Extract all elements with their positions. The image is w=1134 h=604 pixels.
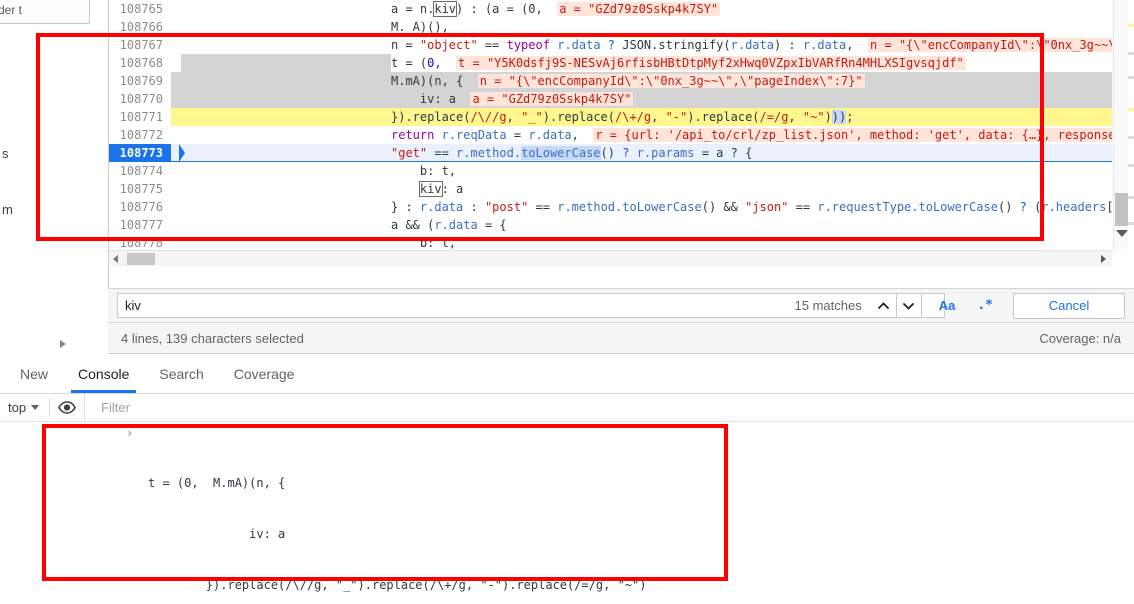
line-number: 108766 <box>109 18 171 36</box>
editor-vertical-scrollbar[interactable] <box>1113 0 1128 250</box>
h-scroll-thumb[interactable] <box>127 253 155 265</box>
line-number: 108768 <box>109 54 171 72</box>
find-previous-button[interactable] <box>871 293 897 318</box>
find-next-button[interactable] <box>896 293 922 318</box>
console-input-line: }).replace(/\//g, "_").replace(/\+/g, "-… <box>148 578 647 592</box>
inline-value: r = {url: '/api_to/crl/zp_list.json', me… <box>593 128 1112 142</box>
scroll-left-icon[interactable] <box>113 255 118 263</box>
line-code: return r.reqData = r.data, r = {url: '/a… <box>171 126 1112 144</box>
tab-new[interactable]: New <box>5 354 63 393</box>
regex-toggle[interactable]: .* <box>973 296 997 315</box>
line-number: 108769 <box>109 72 171 90</box>
code-viewer[interactable]: 108765 a = n.kiv) : (a = (0, a = "GZd79z0… <box>109 0 1112 266</box>
coverage-status: Coverage: n/a <box>1039 330 1121 346</box>
console-sidebar-toggle[interactable] <box>50 401 84 414</box>
inline-value: a = "GZd79z0Sskp4k7SY" <box>557 2 721 16</box>
scroll-right-icon[interactable] <box>1101 255 1106 263</box>
inline-value: n = "{\"encCompanyId\":\"0nx_3g~~\",\"pa… <box>477 74 865 88</box>
line-code: b: t, <box>391 164 457 178</box>
line-code: kiv: a <box>418 181 464 197</box>
input-prompt-icon: › <box>126 426 134 440</box>
line-code: a && (r.data = { <box>391 218 507 232</box>
code-line[interactable]: 108766 M. A)(), <box>109 18 1112 36</box>
page-fragment-chip: der t <box>0 0 90 24</box>
code-line[interactable]: 108767 n = "object" == typeof r.data ? JS… <box>109 36 1112 54</box>
line-number: 108772 <box>109 126 171 144</box>
expand-arrow-icon[interactable] <box>60 340 66 348</box>
code-line-executing[interactable]: 108773 "get" == r.method.toLowerCase() ? … <box>109 144 1112 162</box>
console-filter-input[interactable]: Filter <box>84 394 1134 421</box>
console-toolbar: top Filter <box>0 394 1134 422</box>
page-fragment-text: m <box>2 202 13 217</box>
line-number: 108765 <box>109 0 171 18</box>
devtools-window: der t s m will be a future hrome. ease l… <box>0 0 1134 604</box>
code-line[interactable]: 108775 kiv: a <box>109 180 1112 198</box>
inline-value: n = "{\"encCompanyId\":\"0nx_3g~~\",\"p <box>867 38 1112 52</box>
console-input-line: iv: a <box>148 527 286 541</box>
code-line[interactable]: 108771 }).replace(/\//g, "_").replace(/\+… <box>109 108 1112 126</box>
line-code: }).replace(/\//g, "_").replace(/\+/g, "-… <box>391 110 854 124</box>
code-line[interactable]: 108776 } : r.data : "post" == r.method.to… <box>109 198 1112 216</box>
execution-context-selector[interactable]: top <box>0 394 49 421</box>
match-count-label: 15 matches <box>794 298 862 313</box>
tab-console[interactable]: Console <box>63 354 144 393</box>
console-input-message[interactable]: › t = (0, M.mA)(n, { iv: a }).replace(/\… <box>0 422 1134 604</box>
filter-placeholder: Filter <box>101 400 130 415</box>
line-code: a = n.kiv) : (a = (0, a = "GZd79z0Sskp4k… <box>391 1 721 17</box>
code-line[interactable]: 108774 b: t, <box>109 162 1112 180</box>
line-number: 108770 <box>109 90 171 108</box>
page-fragment-text: s <box>2 146 9 161</box>
line-code: "get" == r.method.toLowerCase() ? r.para… <box>391 146 753 160</box>
line-code: M.mA)(n, { n = "{\"encCompanyId\":\"0nx_… <box>391 74 865 88</box>
find-input-value: kiv <box>125 298 141 313</box>
code-line[interactable]: 108769 M.mA)(n, { n = "{\"encCompanyId\":… <box>109 72 1112 90</box>
v-scroll-thumb[interactable] <box>1115 193 1128 226</box>
drawer-tab-bar: New Console Search Coverage <box>0 354 1134 394</box>
console-input-line: t = (0, M.mA)(n, { <box>148 476 286 490</box>
line-code: M. A)(), <box>391 20 449 34</box>
line-code: n = "object" == typeof r.data ? JSON.str… <box>171 36 1112 54</box>
cancel-button[interactable]: Cancel <box>1013 292 1125 319</box>
sources-editor-panel: 108765 a = n.kiv) : (a = (0, a = "GZd79z0… <box>108 0 1134 288</box>
line-number: 108774 <box>109 162 171 180</box>
line-number: 108777 <box>109 216 171 234</box>
tab-search[interactable]: Search <box>144 354 218 393</box>
code-line[interactable]: 108768 t = (0, t = "Y5K0dsfj9S-NESvAj6rf… <box>109 54 1112 72</box>
editor-status-bar: 4 lines, 139 characters selected Coverag… <box>108 323 1134 354</box>
code-line[interactable]: 108765 a = n.kiv) : (a = (0, a = "GZd79z0… <box>109 0 1112 18</box>
tab-coverage[interactable]: Coverage <box>219 354 310 393</box>
chevron-down-icon <box>903 302 915 310</box>
line-number: 108771 <box>109 108 171 126</box>
match-case-toggle[interactable]: Aa <box>935 296 960 315</box>
line-code: t = (0, t = "Y5K0dsfj9S-NESvAj6rfisbHBtD… <box>171 54 966 72</box>
line-number: 108773 <box>109 144 171 162</box>
selection-status: 4 lines, 139 characters selected <box>121 330 304 346</box>
line-number: 108775 <box>109 180 171 198</box>
inline-value: a = "GZd79z0Sskp4k7SY" <box>470 92 634 106</box>
console-message-list: › t = (0, M.mA)(n, { iv: a }).replace(/\… <box>0 422 1134 604</box>
line-code: iv: a a = "GZd79z0Sskp4k7SY" <box>391 92 634 106</box>
editor-horizontal-scrollbar[interactable] <box>109 250 1112 266</box>
eye-icon <box>58 401 76 414</box>
chevron-down-icon <box>31 405 40 410</box>
code-line[interactable]: 108770 iv: a a = "GZd79z0Sskp4k7SY" <box>109 90 1112 108</box>
inline-value: t = "Y5K0dsfj9S-NESvAj6rfisbHBtDtpMyf2xH… <box>456 56 966 70</box>
scroll-down-icon[interactable] <box>1116 230 1128 237</box>
find-bar: kiv 15 matches Aa .* Cancel <box>108 288 1134 323</box>
find-nav-buttons <box>871 293 922 318</box>
code-line[interactable]: 108772 return r.reqData = r.data, r = {ur… <box>109 126 1112 144</box>
scroll-marker-rail <box>1128 0 1134 250</box>
line-number: 108767 <box>109 36 171 54</box>
chevron-up-icon <box>878 301 890 309</box>
line-code: } : r.data : "post" == r.method.toLowerC… <box>391 200 1112 214</box>
code-line[interactable]: 108777 a && (r.data = { <box>109 216 1112 234</box>
execution-context-label: top <box>8 400 27 415</box>
line-number: 108776 <box>109 198 171 216</box>
